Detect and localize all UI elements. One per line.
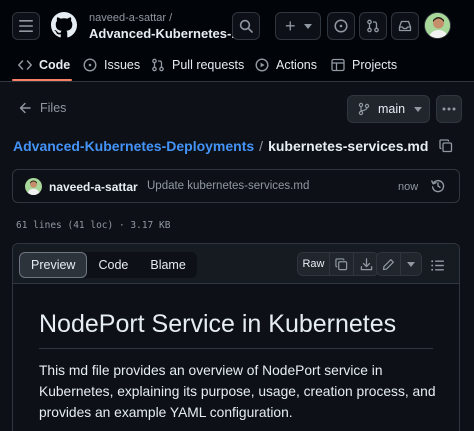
commit-message[interactable]: Update kubernetes-services.md <box>147 180 309 192</box>
edit-button-group <box>376 252 422 276</box>
outline-button[interactable] <box>427 254 447 276</box>
branch-name: main <box>378 102 406 116</box>
inbox-button[interactable] <box>391 12 419 40</box>
file-viewer-header: Preview Code Blame Raw <box>13 244 459 284</box>
pull-request-icon <box>152 58 164 72</box>
copy-icon[interactable] <box>439 139 453 153</box>
commit-author[interactable]: naveed-a-sattar <box>49 180 138 194</box>
download-icon <box>360 257 372 270</box>
tab-issues[interactable]: Issues <box>83 57 140 73</box>
breadcrumb-separator: / <box>259 138 264 154</box>
commit-author-avatar[interactable] <box>25 178 42 195</box>
active-tab-indicator <box>12 79 72 81</box>
pencil-icon <box>382 258 394 270</box>
breadcrumb-repo-link[interactable]: Advanced-Kubernetes-Deployments <box>13 138 254 154</box>
chevron-down-icon <box>303 23 312 29</box>
download-raw-button[interactable] <box>354 253 378 275</box>
arrow-left-icon <box>19 102 31 114</box>
markdown-paragraph: This md file provides an overview of Nod… <box>39 363 436 420</box>
create-new-button[interactable]: + <box>275 12 321 40</box>
more-options-button[interactable] <box>436 95 462 123</box>
search-icon <box>239 19 253 33</box>
view-switcher: Preview Code Blame <box>19 252 197 278</box>
markdown-heading: NodePort Service in Kubernetes <box>39 310 397 338</box>
files-back-link[interactable]: Files <box>19 101 66 115</box>
tab-actions[interactable]: Actions <box>255 57 317 73</box>
list-unordered-icon <box>430 259 444 271</box>
tab-pull-requests[interactable]: Pull requests <box>151 57 244 73</box>
repo-name-link[interactable]: Advanced-Kubernetes-... <box>89 26 242 41</box>
raw-copy-download-group: Raw <box>297 252 379 276</box>
file-meta-info: 61 lines (41 loc) · 3.17 KB <box>16 220 171 231</box>
breadcrumb: Advanced-Kubernetes-Deployments / kubern… <box>13 138 453 154</box>
edit-file-button[interactable] <box>377 253 401 275</box>
tab-projects[interactable]: Projects <box>331 57 397 73</box>
branch-selector[interactable]: main <box>347 95 430 123</box>
repo-owner-link[interactable]: naveed-a-sattar / <box>89 12 172 24</box>
global-header: naveed-a-sattar / Advanced-Kubernetes-..… <box>0 0 474 82</box>
view-preview-button[interactable]: Preview <box>19 252 88 278</box>
raw-button[interactable]: Raw <box>298 253 330 275</box>
table-icon <box>331 58 345 72</box>
issues-button[interactable] <box>327 12 355 40</box>
latest-commit-box: naveed-a-sattar Update kubernetes-servic… <box>12 169 460 203</box>
chevron-down-icon <box>414 106 423 112</box>
issue-icon <box>334 19 348 33</box>
view-blame-button[interactable]: Blame <box>139 252 196 278</box>
git-branch-icon <box>358 102 370 116</box>
tab-label: Pull requests <box>172 58 245 72</box>
inbox-icon <box>398 20 412 32</box>
copy-icon <box>335 257 348 270</box>
avatar-icon <box>25 178 42 195</box>
tab-label: Projects <box>352 58 398 72</box>
issue-icon <box>83 58 97 72</box>
chevron-down-icon <box>407 261 415 267</box>
files-label: Files <box>40 101 67 115</box>
tab-label: Code <box>39 58 71 72</box>
kebab-horizontal-icon <box>442 107 456 111</box>
edit-options-dropdown[interactable] <box>401 253 421 275</box>
view-code-button[interactable]: Code <box>87 252 139 278</box>
heading-divider <box>39 348 433 349</box>
tab-label: Actions <box>276 58 317 72</box>
tab-label: Issues <box>104 58 141 72</box>
plus-icon: + <box>285 16 296 36</box>
copy-raw-button[interactable] <box>330 253 354 275</box>
menu-button[interactable] <box>12 12 40 40</box>
pull-requests-button[interactable] <box>359 12 387 40</box>
avatar-icon <box>425 13 450 38</box>
history-icon[interactable] <box>431 179 445 193</box>
pull-request-icon <box>367 19 379 33</box>
user-avatar[interactable] <box>424 12 451 39</box>
play-icon <box>255 58 269 72</box>
tab-code[interactable]: Code <box>18 57 70 73</box>
commit-time: now <box>398 181 419 193</box>
search-button[interactable] <box>232 12 260 40</box>
code-icon <box>18 60 32 70</box>
breadcrumb-file-name: kubernetes-services.md <box>268 138 429 154</box>
hamburger-icon <box>19 20 33 32</box>
github-logo-icon[interactable] <box>51 12 77 38</box>
